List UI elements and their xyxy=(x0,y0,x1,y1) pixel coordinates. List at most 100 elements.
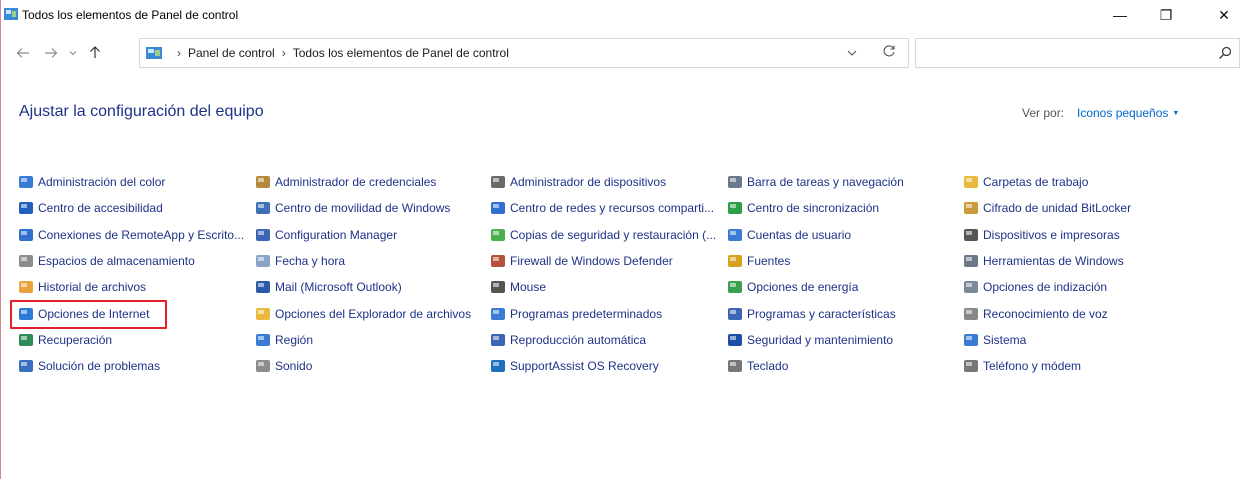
item-label: Administrador de dispositivos xyxy=(510,175,667,189)
indexing-options-icon xyxy=(964,281,978,293)
item-label: Conexiones de RemoteApp y Escrito... xyxy=(38,228,245,242)
control-panel-item[interactable]: Región xyxy=(255,330,313,350)
control-panel-item[interactable]: Copias de seguridad y restauración (... xyxy=(490,225,716,245)
restore-button[interactable]: ❐ xyxy=(1143,0,1189,30)
view-by-dropdown[interactable]: Iconos pequeños ▼ xyxy=(1077,106,1179,120)
control-panel-item[interactable]: Solución de problemas xyxy=(18,356,160,376)
control-panel-item[interactable]: Configuration Manager xyxy=(255,225,397,245)
control-panel-item[interactable]: Administrador de credenciales xyxy=(255,172,436,192)
minimize-button[interactable]: — xyxy=(1097,0,1143,30)
work-folders-icon xyxy=(964,176,978,188)
control-panel-item[interactable]: Fuentes xyxy=(727,251,790,271)
item-label: Herramientas de Windows xyxy=(983,254,1124,268)
back-button[interactable] xyxy=(12,44,34,64)
network-center-icon xyxy=(491,202,505,214)
item-label: Centro de accesibilidad xyxy=(38,201,163,215)
control-panel-item[interactable]: Recuperación xyxy=(18,330,112,350)
control-panel-item[interactable]: Dispositivos e impresoras xyxy=(963,225,1120,245)
control-panel-item[interactable]: Herramientas de Windows xyxy=(963,251,1124,271)
arrow-right-icon xyxy=(45,48,58,58)
control-panel-item[interactable]: Centro de accesibilidad xyxy=(18,198,163,218)
item-label: Fecha y hora xyxy=(275,254,346,268)
recent-locations-button[interactable] xyxy=(62,44,84,64)
control-panel-icon xyxy=(146,47,162,59)
address-bar[interactable]: › Panel de control › Todos los elementos… xyxy=(139,38,909,68)
control-panel-item[interactable]: Espacios de almacenamiento xyxy=(18,251,195,271)
item-label: Solución de problemas xyxy=(38,359,161,373)
control-panel-item[interactable]: Mouse xyxy=(490,277,546,297)
control-panel-item[interactable]: Teclado xyxy=(727,356,788,376)
storage-spaces-icon xyxy=(19,255,33,267)
control-panel-item[interactable]: Administración del color xyxy=(18,172,165,192)
region-icon xyxy=(256,334,270,346)
control-panel-item[interactable]: Barra de tareas y navegación xyxy=(727,172,904,192)
file-history-icon xyxy=(19,281,33,293)
security-maintenance-icon xyxy=(728,334,742,346)
item-label: Opciones de indización xyxy=(983,280,1108,294)
control-panel-item[interactable]: Sistema xyxy=(963,330,1026,350)
breadcrumb-all-items[interactable]: Todos los elementos de Panel de control xyxy=(293,46,509,60)
control-panel-item[interactable]: Firewall de Windows Defender xyxy=(490,251,673,271)
search-icon[interactable] xyxy=(1217,45,1233,61)
control-panel-item[interactable]: Centro de sincronización xyxy=(727,198,879,218)
breadcrumb-control-panel[interactable]: Panel de control xyxy=(188,46,275,60)
control-panel-item[interactable]: Reproducción automática xyxy=(490,330,646,350)
item-label: Centro de movilidad de Windows xyxy=(275,201,451,215)
item-label: Opciones del Explorador de archivos xyxy=(275,307,472,321)
item-label: Seguridad y mantenimiento xyxy=(747,333,894,347)
search-input[interactable] xyxy=(922,44,1206,64)
control-panel-item[interactable]: Seguridad y mantenimiento xyxy=(727,330,893,350)
item-label: Centro de redes y recursos comparti... xyxy=(510,201,715,215)
control-panel-item[interactable]: Cuentas de usuario xyxy=(727,225,851,245)
bitlocker-icon xyxy=(964,202,978,214)
control-panel-item[interactable]: Centro de redes y recursos comparti... xyxy=(490,198,714,218)
page-title: Ajustar la configuración del equipo xyxy=(19,103,264,120)
forward-button[interactable] xyxy=(40,44,62,64)
control-panel-item[interactable]: Mail (Microsoft Outlook) xyxy=(255,277,402,297)
control-panel-item[interactable]: Centro de movilidad de Windows xyxy=(255,198,450,218)
item-label: Configuration Manager xyxy=(275,228,398,242)
address-dropdown-button[interactable] xyxy=(845,46,859,60)
window-title: Todos los elementos de Panel de control xyxy=(22,8,239,22)
up-button[interactable] xyxy=(84,44,106,64)
control-panel-item[interactable]: Cifrado de unidad BitLocker xyxy=(963,198,1131,218)
mobility-center-icon xyxy=(256,202,270,214)
navigation-bar: › Panel de control › Todos los elementos… xyxy=(0,38,1249,70)
refresh-button[interactable] xyxy=(880,44,898,62)
item-label: Mail (Microsoft Outlook) xyxy=(275,280,402,294)
item-label: Copias de seguridad y restauración (... xyxy=(510,228,717,242)
item-label: Historial de archivos xyxy=(38,280,147,294)
control-panel-item[interactable]: Sonido xyxy=(255,356,312,376)
credential-manager-icon xyxy=(256,176,270,188)
system-icon xyxy=(964,334,978,346)
control-panel-item[interactable]: Programas predeterminados xyxy=(490,304,662,324)
search-box[interactable] xyxy=(915,38,1240,68)
default-programs-icon xyxy=(491,308,505,320)
chevron-down-icon xyxy=(847,50,857,56)
control-panel-item[interactable]: Conexiones de RemoteApp y Escrito... xyxy=(18,225,244,245)
mouse-icon xyxy=(491,281,505,293)
item-label: Barra de tareas y navegación xyxy=(747,175,904,189)
control-panel-item[interactable]: Fecha y hora xyxy=(255,251,345,271)
chevron-down-icon xyxy=(69,51,77,56)
taskbar-icon xyxy=(728,176,742,188)
control-panel-item[interactable]: SupportAssist OS Recovery xyxy=(490,356,659,376)
window-border xyxy=(0,0,1,479)
control-panel-item[interactable]: Carpetas de trabajo xyxy=(963,172,1088,192)
control-panel-item[interactable]: Opciones de indización xyxy=(963,277,1107,297)
fonts-icon xyxy=(728,255,742,267)
control-panel-item[interactable]: Opciones de energía xyxy=(727,277,858,297)
control-panel-item[interactable]: Teléfono y módem xyxy=(963,356,1081,376)
devices-printers-icon xyxy=(964,229,978,241)
control-panel-item[interactable]: Reconocimiento de voz xyxy=(963,304,1108,324)
user-accounts-icon xyxy=(728,229,742,241)
date-time-icon xyxy=(256,255,270,267)
control-panel-item[interactable]: Opciones del Explorador de archivos xyxy=(255,304,471,324)
close-button[interactable]: ✕ xyxy=(1201,0,1247,30)
control-panel-item[interactable]: Administrador de dispositivos xyxy=(490,172,666,192)
arrow-left-icon xyxy=(16,48,29,58)
item-label: Fuentes xyxy=(747,254,791,268)
control-panel-item[interactable]: Programas y características xyxy=(727,304,896,324)
control-panel-item[interactable]: Historial de archivos xyxy=(18,277,146,297)
windows-tools-icon xyxy=(964,255,978,267)
